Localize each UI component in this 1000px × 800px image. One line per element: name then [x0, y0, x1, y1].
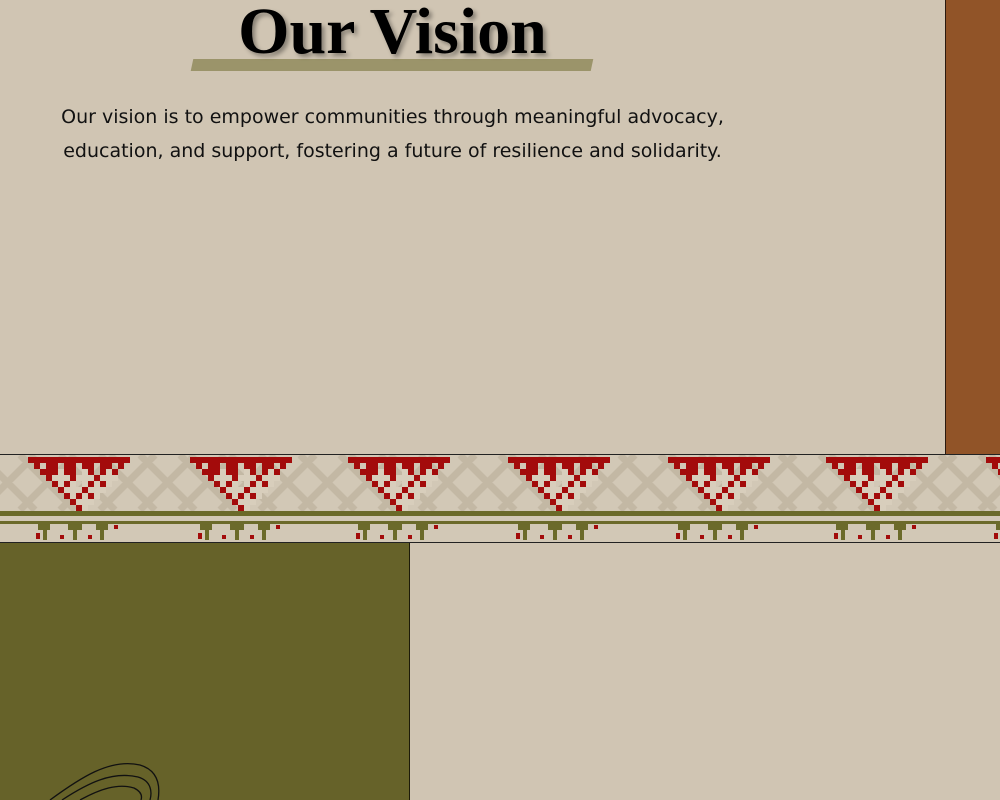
- embroidery-pattern-icon: [0, 455, 1000, 540]
- olive-image-panel: [0, 543, 410, 800]
- vision-section: Our Vision Our vision is to empower comm…: [0, 0, 946, 454]
- page-title: Our Vision: [238, 0, 547, 68]
- cream-panel: [410, 543, 1000, 800]
- band-stripe-top: [0, 511, 1000, 516]
- embroidery-pattern-band: [0, 454, 1000, 543]
- side-panel: [945, 0, 1000, 454]
- band-stripe-bottom: [0, 521, 1000, 524]
- title-wrap: Our Vision: [190, 0, 595, 74]
- vision-statement: Our vision is to empower communities thr…: [61, 106, 724, 162]
- line-sketch-icon: [49, 763, 160, 800]
